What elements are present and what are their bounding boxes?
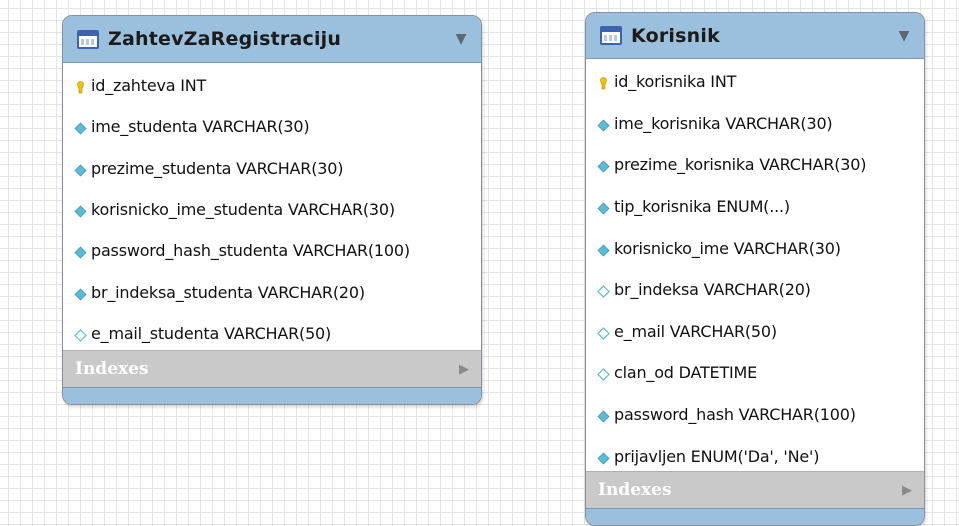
column-label: tip_korisnika ENUM(...) <box>614 197 790 217</box>
column-row[interactable]: prezime_studenta VARCHAR(30) <box>63 148 481 189</box>
column-label: br_indeksa_studenta VARCHAR(20) <box>91 282 365 302</box>
table-korisnik[interactable]: Korisnik ▼ id_korisnika INT ime_korisnika… <box>585 12 925 526</box>
column-row[interactable]: id_korisnika INT <box>586 61 924 103</box>
column-row[interactable]: clan_od DATETIME <box>586 352 924 394</box>
not-null-column-icon <box>597 158 610 173</box>
column-label: e_mail_studenta VARCHAR(50) <box>91 323 332 343</box>
column-label: ime_studenta VARCHAR(30) <box>91 117 310 137</box>
table-title: ZahtevZaRegistraciju <box>108 28 342 50</box>
table-icon <box>600 26 622 45</box>
indexes-section[interactable]: Indexes ▶ <box>586 471 924 508</box>
nullable-column-icon <box>597 325 610 340</box>
primary-key-icon <box>597 75 610 90</box>
column-label: id_korisnika INT <box>614 72 737 92</box>
column-row[interactable]: e_mail_studenta VARCHAR(50) <box>63 313 481 354</box>
column-row[interactable]: br_indeksa VARCHAR(20) <box>586 269 924 311</box>
not-null-column-icon <box>74 286 87 301</box>
column-row[interactable]: ime_korisnika VARCHAR(30) <box>586 103 924 145</box>
nullable-column-icon <box>597 283 610 299</box>
column-row[interactable]: prezime_korisnika VARCHAR(30) <box>586 144 924 186</box>
table-icon <box>77 29 99 49</box>
table-title: Korisnik <box>631 24 720 47</box>
column-list: id_zahteva INT ime_studenta VARCHAR(30) pr… <box>63 63 481 354</box>
indexes-label: Indexes <box>75 359 149 379</box>
not-null-column-icon <box>597 450 610 465</box>
column-label: password_hash VARCHAR(100) <box>614 405 856 425</box>
table-header[interactable]: Korisnik ▼ <box>586 13 924 59</box>
column-label: ime_korisnika VARCHAR(30) <box>614 113 833 133</box>
column-label: korisnicko_ime_studenta VARCHAR(30) <box>91 200 395 220</box>
not-null-column-icon <box>597 242 610 257</box>
primary-key-icon <box>74 79 87 94</box>
column-row[interactable]: korisnicko_ime_studenta VARCHAR(30) <box>63 189 481 230</box>
column-label: password_hash_studenta VARCHAR(100) <box>91 241 410 261</box>
not-null-column-icon <box>597 200 610 215</box>
not-null-column-icon <box>74 203 87 218</box>
not-null-column-icon <box>597 117 610 132</box>
table-zahtevzaregistraciju[interactable]: ZahtevZaRegistraciju ▼ id_zahteva INT ime… <box>62 15 482 405</box>
column-list: id_korisnika INT ime_korisnika VARCHAR(30… <box>586 59 924 477</box>
nullable-column-icon <box>597 366 610 382</box>
column-row[interactable]: id_zahteva INT <box>63 65 481 106</box>
column-label: id_zahteva INT <box>91 76 207 96</box>
column-row[interactable]: password_hash VARCHAR(100) <box>586 394 924 436</box>
not-null-column-icon <box>597 408 610 423</box>
table-header[interactable]: ZahtevZaRegistraciju ▼ <box>63 16 481 63</box>
table-footer <box>586 508 924 525</box>
column-label: prezime_studenta VARCHAR(30) <box>91 158 344 178</box>
column-row[interactable]: tip_korisnika ENUM(...) <box>586 186 924 228</box>
table-footer <box>63 387 481 404</box>
collapse-arrow-icon[interactable]: ▼ <box>896 28 912 44</box>
column-label: e_mail VARCHAR(50) <box>614 321 777 341</box>
column-row[interactable]: e_mail VARCHAR(50) <box>586 311 924 353</box>
not-null-column-icon <box>74 120 87 135</box>
expand-arrow-icon[interactable]: ▶ <box>459 362 469 377</box>
column-row[interactable]: br_indeksa_studenta VARCHAR(20) <box>63 271 481 312</box>
column-label: br_indeksa VARCHAR(20) <box>614 280 811 300</box>
column-row[interactable]: ime_studenta VARCHAR(30) <box>63 106 481 147</box>
column-row[interactable]: password_hash_studenta VARCHAR(100) <box>63 230 481 271</box>
column-label: korisnicko_ime VARCHAR(30) <box>614 238 841 258</box>
collapse-arrow-icon[interactable]: ▼ <box>453 31 469 47</box>
not-null-column-icon <box>74 244 87 259</box>
nullable-column-icon <box>74 327 87 342</box>
indexes-label: Indexes <box>598 480 672 500</box>
expand-arrow-icon[interactable]: ▶ <box>902 483 912 498</box>
indexes-section[interactable]: Indexes ▶ <box>63 350 481 387</box>
column-row[interactable]: korisnicko_ime VARCHAR(30) <box>586 227 924 269</box>
column-label: prezime_korisnika VARCHAR(30) <box>614 155 867 175</box>
column-label: prijavljen ENUM('Da', 'Ne') <box>614 446 820 466</box>
column-label: clan_od DATETIME <box>614 363 758 383</box>
not-null-column-icon <box>74 162 87 177</box>
